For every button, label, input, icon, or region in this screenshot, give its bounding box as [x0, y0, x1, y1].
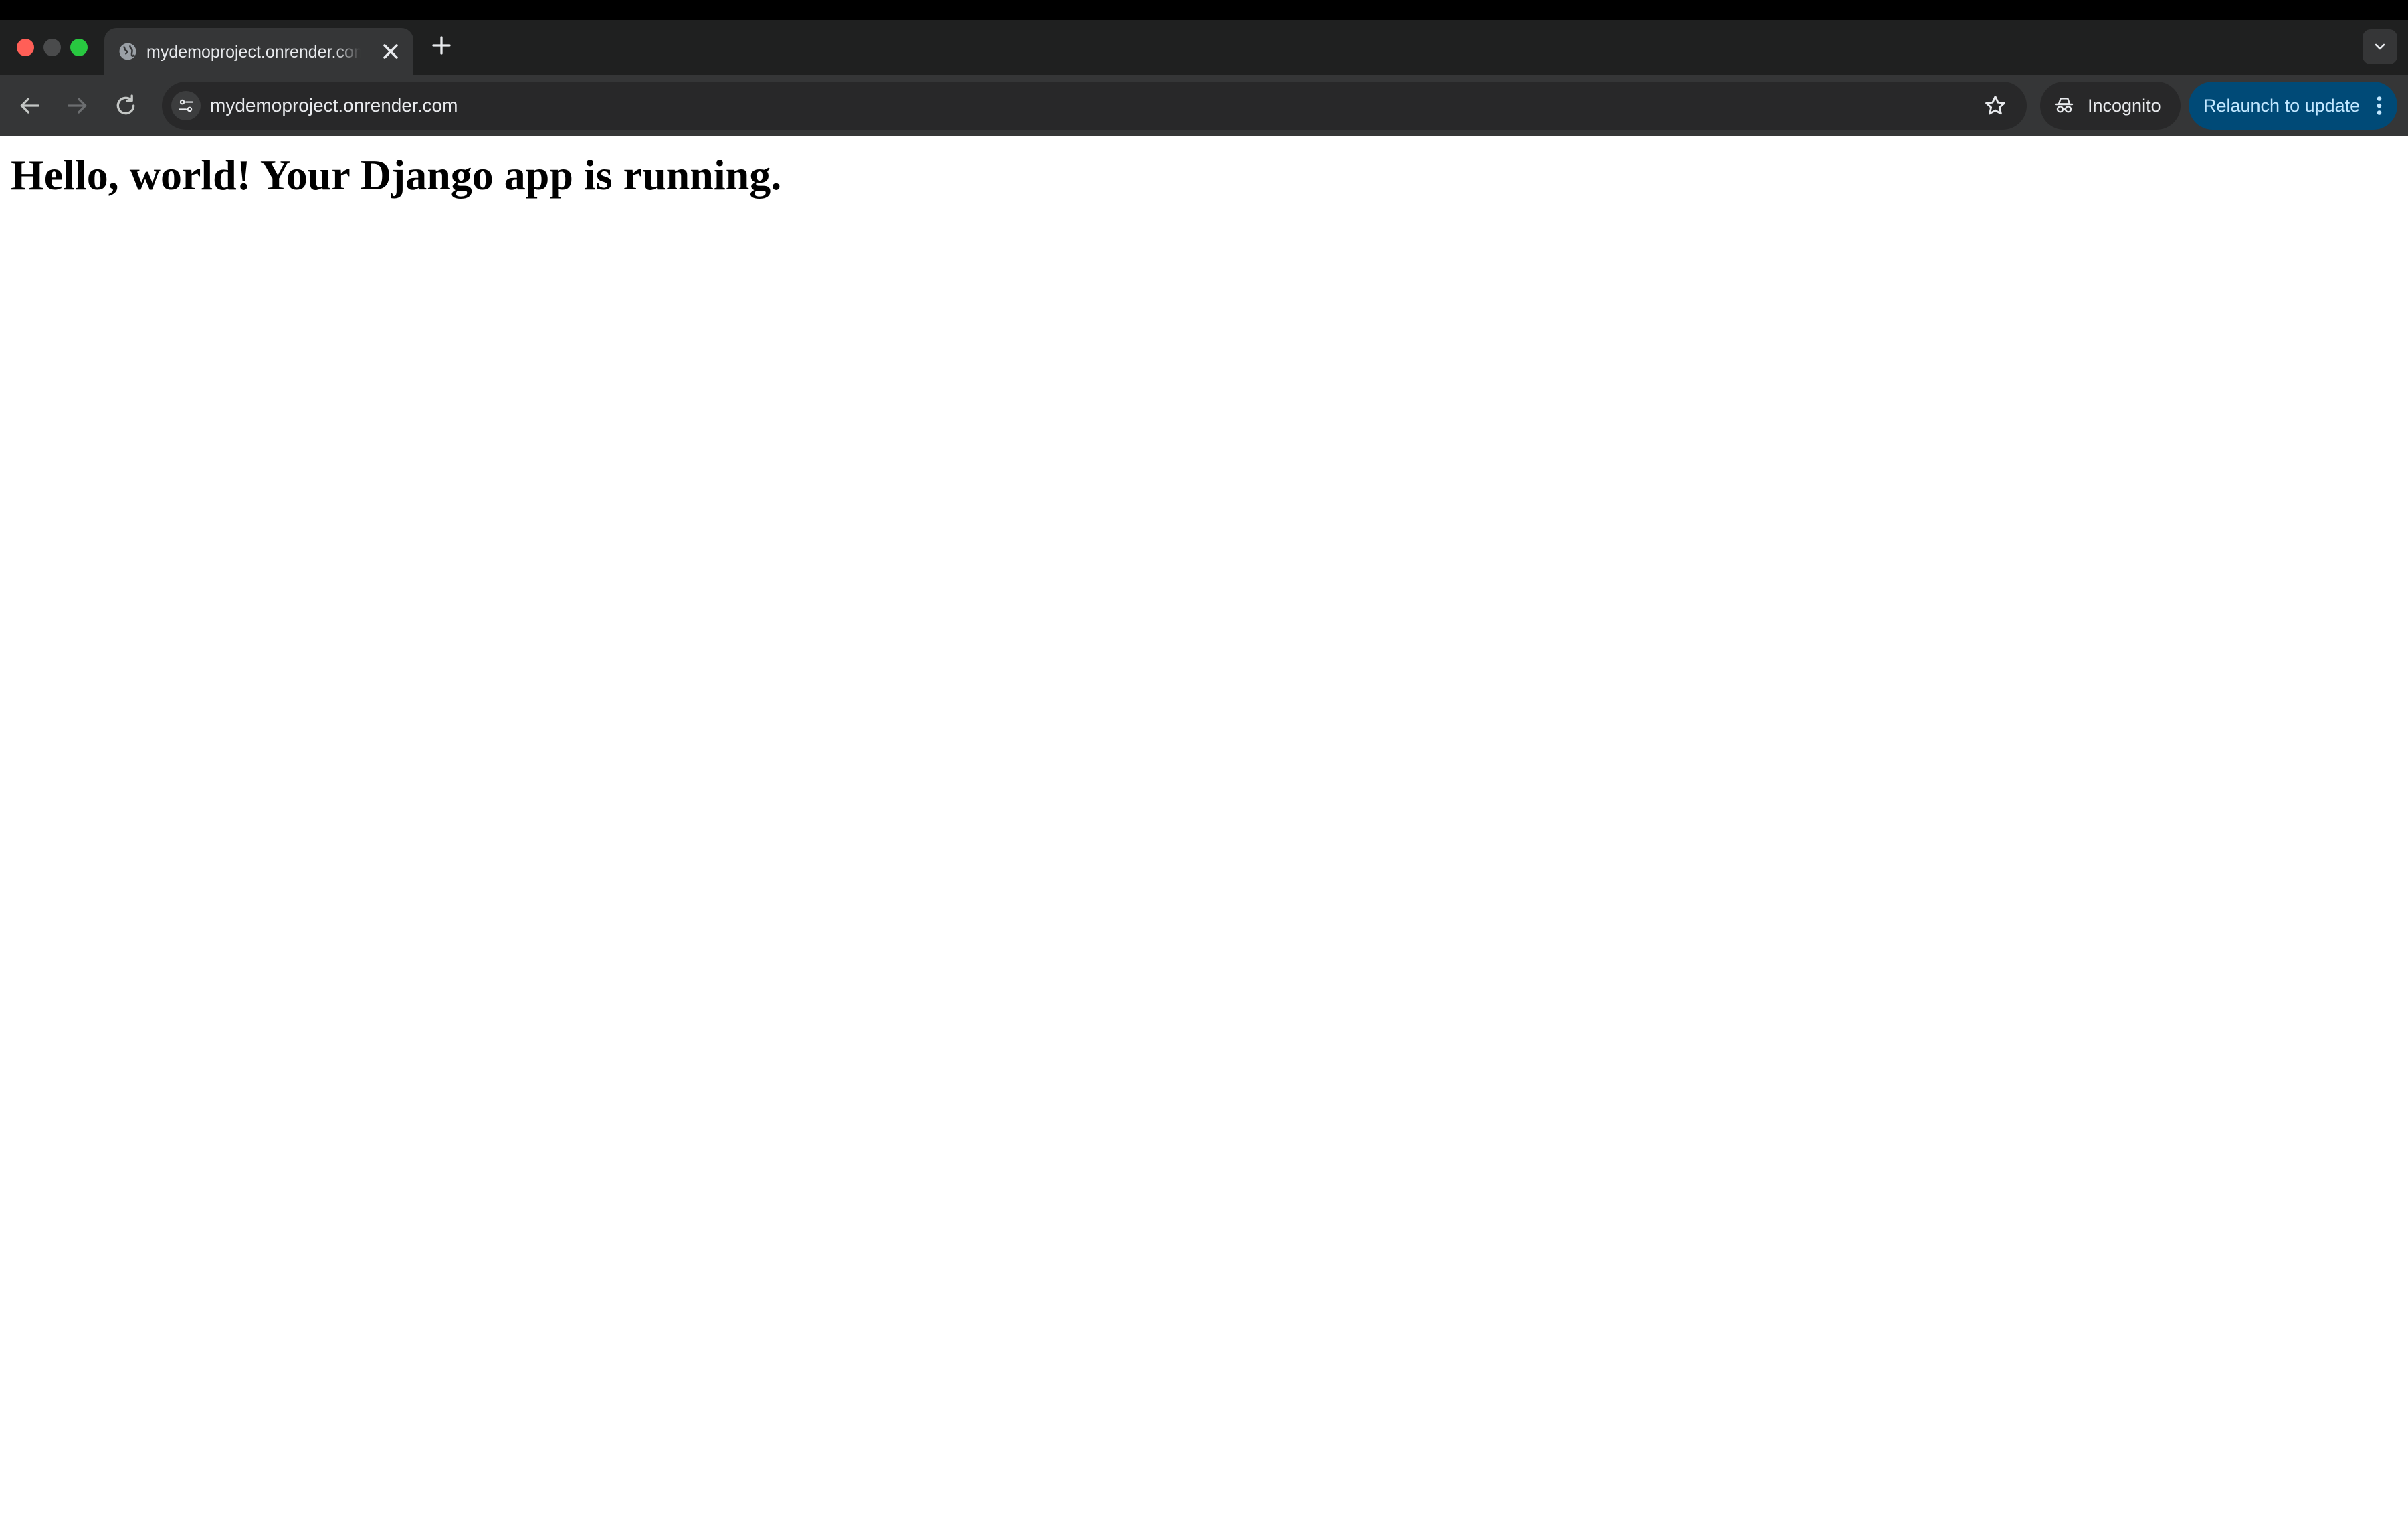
incognito-indicator[interactable]: Incognito	[2040, 82, 2181, 130]
url-text[interactable]: mydemoproject.onrender.com	[210, 92, 458, 119]
star-icon[interactable]	[1983, 93, 2008, 118]
chevron-down-icon	[2375, 43, 2385, 50]
tab-search-button[interactable]	[2363, 29, 2397, 64]
address-bar[interactable]: mydemoproject.onrender.com	[162, 82, 2027, 130]
forward-arrow-icon[interactable]	[64, 92, 91, 119]
browser-window: mydemoproject.onrender.com mydemoproject…	[0, 0, 2408, 1526]
site-info-button[interactable]	[171, 91, 201, 120]
new-tab-plus-icon[interactable]	[429, 33, 454, 58]
tab-title: mydemoproject.onrender.com	[146, 43, 361, 62]
back-arrow-icon[interactable]	[16, 92, 43, 119]
window-minimize-button[interactable]	[43, 39, 61, 56]
relaunch-to-update-button[interactable]: Relaunch to update	[2189, 82, 2397, 130]
page-viewport: Hello, world! Your Django app is running…	[0, 136, 2408, 1526]
page-heading: Hello, world! Your Django app is running…	[11, 151, 782, 199]
toolbar: mydemoproject.onrender.com Incognito Rel…	[0, 75, 2408, 136]
window-close-button[interactable]	[17, 39, 34, 56]
window-maximize-button[interactable]	[70, 39, 88, 56]
menu-bar-strip	[0, 0, 2408, 20]
tune-icon	[179, 99, 193, 112]
more-vert-icon[interactable]	[2369, 94, 2389, 118]
close-icon[interactable]	[379, 39, 403, 64]
tab-active[interactable]: mydemoproject.onrender.com	[104, 28, 413, 75]
incognito-icon	[2055, 98, 2074, 113]
reload-icon[interactable]	[112, 92, 139, 119]
incognito-label: Incognito	[2088, 96, 2161, 116]
relaunch-label: Relaunch to update	[2203, 96, 2361, 116]
globe-icon	[119, 43, 136, 60]
